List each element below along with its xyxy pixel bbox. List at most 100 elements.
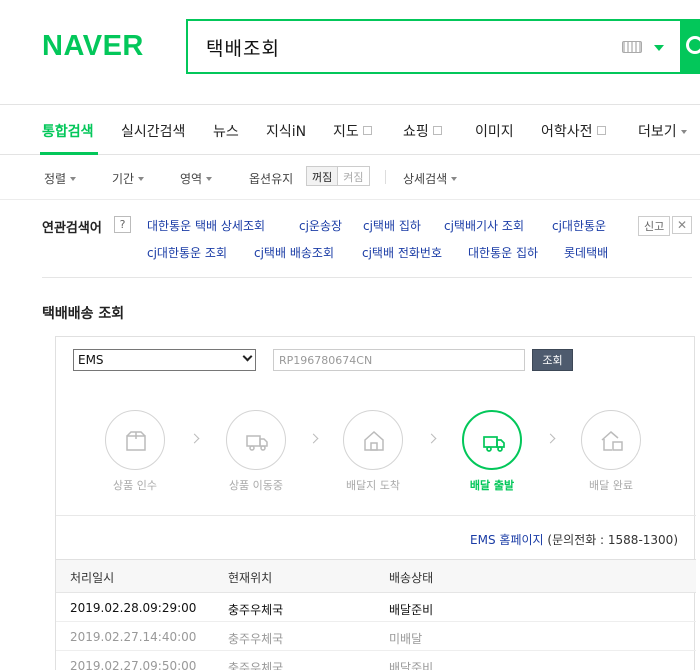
search-input[interactable]: 택배조회 [206, 34, 280, 61]
search-button[interactable] [680, 19, 700, 74]
step-arrived [343, 410, 403, 470]
tab-dictionary[interactable]: 어학사전 [541, 121, 606, 141]
caret-down-icon [680, 130, 687, 134]
courier-value: EMS [78, 353, 104, 367]
report-button[interactable]: 신고 [638, 216, 671, 236]
step-label: 배달지 도착 [345, 479, 401, 492]
keep-option-label: 옵션유지 [249, 172, 294, 186]
tab-images[interactable]: 이미지 [475, 121, 514, 141]
caret-down-icon [451, 177, 458, 181]
chevron-right-icon [308, 433, 319, 444]
tracking-number-input[interactable]: RP196780674CN [273, 349, 525, 371]
step-in-transit [226, 410, 286, 470]
toggle-on-state[interactable]: 켜짐 [338, 167, 368, 185]
courier-contact: (문의전화 : 1588-1300) [547, 533, 678, 547]
step-received [105, 410, 165, 470]
open-window-icon [362, 126, 372, 135]
tab-kin[interactable]: 지식iN [266, 121, 306, 141]
row-location: 충주우체국 [228, 632, 284, 646]
row-location: 충주우체국 [228, 661, 284, 670]
open-window-icon [432, 126, 442, 135]
column-header: 처리일시 [70, 571, 115, 585]
search-icon [686, 36, 700, 54]
search-tabs: 통합검색 실시간검색 뉴스 지식iN 지도 쇼핑 이미지 어학사전 더보기 [0, 104, 700, 155]
tab-map-label: 지도 [333, 124, 359, 140]
related-link[interactable]: 롯데택배 [564, 244, 608, 261]
tab-map[interactable]: 지도 [333, 121, 372, 141]
tab-news[interactable]: 뉴스 [213, 121, 239, 141]
table-row: 2019.02.27.09:50:00 충주우체국 배달준비 [56, 651, 696, 670]
chevron-right-icon [426, 433, 437, 444]
keyboard-icon[interactable] [622, 41, 642, 53]
row-status: 미배달 [389, 632, 423, 646]
row-time: 2019.02.27.09:50:00 [70, 659, 197, 670]
chevron-down-icon [242, 351, 253, 362]
courier-select[interactable]: EMS [73, 349, 256, 371]
tracking-table: 처리일시 현재위치 배송상태 2019.02.28.09:29:00 충주우체국… [56, 559, 696, 670]
naver-logo[interactable]: NAVER [42, 30, 144, 63]
period-option[interactable]: 기간 [112, 170, 145, 187]
area-option[interactable]: 영역 [180, 170, 213, 187]
step-label: 배달 출발 [469, 479, 515, 492]
divider [385, 170, 386, 184]
row-status: 배달준비 [389, 661, 434, 670]
table-row: 2019.02.28.09:29:00 충주우체국 배달준비 [56, 593, 696, 622]
sort-option[interactable]: 정렬 [44, 170, 77, 187]
tab-more-label: 더보기 [638, 124, 677, 140]
detail-search-option[interactable]: 상세검색 [403, 170, 458, 187]
package-icon [126, 431, 146, 451]
step-label: 상품 인수 [113, 479, 157, 492]
period-label: 기간 [112, 172, 135, 186]
keep-option-toggle[interactable]: 꺼짐 켜짐 [306, 166, 370, 186]
header: NAVER 택배조회 [0, 0, 700, 100]
delivery-truck-icon [483, 436, 505, 452]
row-status: 배달준비 [389, 603, 434, 617]
related-link[interactable]: cj택배 집하 [363, 217, 421, 234]
detail-search-label: 상세검색 [403, 172, 448, 186]
row-time: 2019.02.27.14:40:00 [70, 630, 197, 644]
search-box[interactable]: 택배조회 [186, 19, 700, 74]
related-link[interactable]: cj택배 배송조회 [254, 244, 334, 261]
courier-info-row: EMS 홈페이지 (문의전화 : 1588-1300) [56, 515, 696, 559]
column-header: 배송상태 [389, 571, 434, 585]
tab-shopping-label: 쇼핑 [403, 124, 429, 140]
step-label: 상품 이동중 [228, 479, 284, 492]
caret-down-icon [138, 177, 145, 181]
lookup-button[interactable]: 조회 [532, 349, 573, 371]
section-title: 택배배송 조회 [42, 306, 125, 322]
house-package-icon [601, 431, 623, 451]
step-delivered [581, 410, 641, 470]
related-link[interactable]: cj운송장 [299, 217, 342, 234]
help-icon[interactable]: ? [114, 216, 131, 233]
related-link[interactable]: cj택배 전화번호 [362, 244, 442, 261]
truck-icon [246, 435, 268, 451]
tracking-card: EMS RP196780674CN 조회 상품 인수 상품 이동중 배달지 도착… [55, 336, 696, 670]
sort-label: 정렬 [44, 172, 67, 186]
courier-homepage-link[interactable]: EMS 홈페이지 [470, 533, 544, 547]
related-link[interactable]: cj대한통운 [552, 217, 606, 234]
active-tab-indicator [40, 152, 98, 155]
tab-more[interactable]: 더보기 [638, 121, 687, 141]
column-header: 현재위치 [228, 571, 273, 585]
toggle-off-state[interactable]: 꺼짐 [307, 167, 339, 185]
chevron-right-icon [545, 433, 556, 444]
close-icon[interactable]: ✕ [672, 216, 692, 234]
courier-homepage: EMS 홈페이지 (문의전화 : 1588-1300) [470, 531, 678, 548]
row-location: 충주우체국 [228, 603, 284, 617]
table-row: 2019.02.27.14:40:00 충주우체국 미배달 [56, 622, 696, 651]
related-link[interactable]: 대한통운 집하 [468, 244, 538, 261]
related-link[interactable]: 대한통운 택배 상세조회 [147, 217, 265, 234]
table-header: 처리일시 현재위치 배송상태 [56, 559, 696, 593]
tab-integrated[interactable]: 통합검색 [42, 121, 94, 141]
area-label: 영역 [180, 172, 203, 186]
related-link[interactable]: cj택배기사 조회 [444, 217, 524, 234]
tab-shopping[interactable]: 쇼핑 [403, 121, 442, 141]
row-time: 2019.02.28.09:29:00 [70, 601, 197, 615]
caret-down-icon [70, 177, 77, 181]
caret-down-icon [206, 177, 213, 181]
tab-dictionary-label: 어학사전 [541, 124, 593, 140]
tab-realtime[interactable]: 실시간검색 [121, 121, 185, 141]
related-link[interactable]: cj대한통운 조회 [147, 244, 227, 261]
chevron-down-icon[interactable] [654, 45, 664, 51]
search-options: 정렬 기간 영역 옵션유지 꺼짐 켜짐 상세검색 [0, 156, 700, 200]
